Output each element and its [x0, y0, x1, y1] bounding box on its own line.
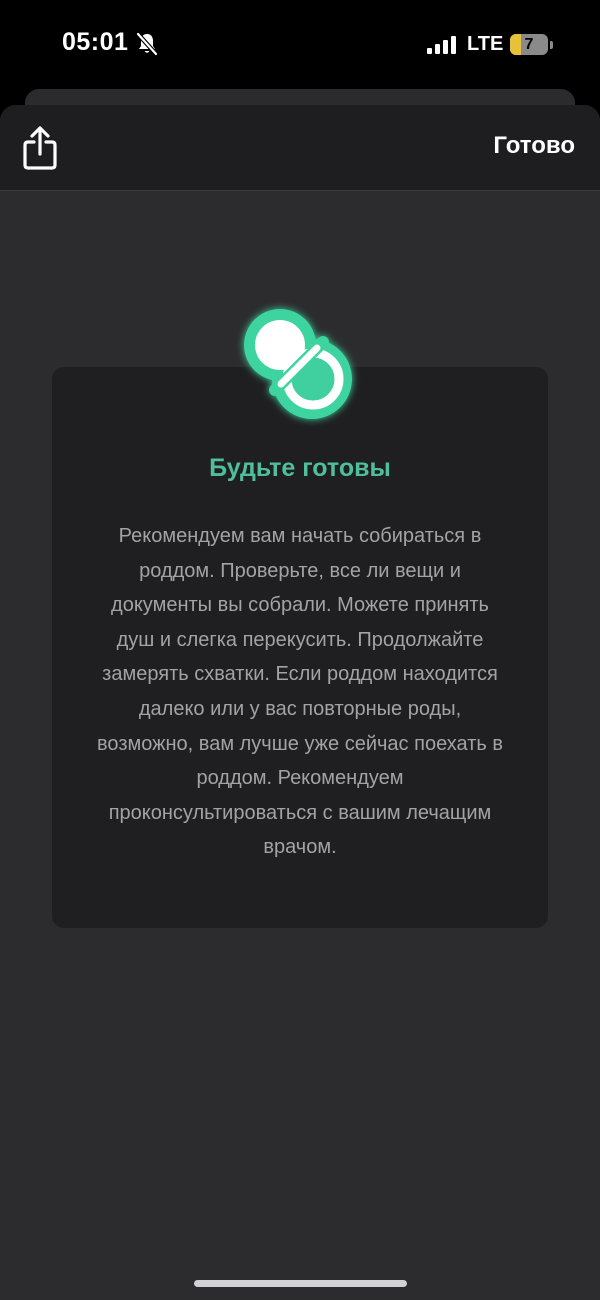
- share-button[interactable]: [20, 125, 60, 171]
- share-icon: [23, 126, 57, 170]
- battery-level: 7: [524, 36, 534, 53]
- network-type: LTE: [467, 33, 504, 55]
- nav-bar: Готово: [0, 105, 600, 191]
- battery-cap: [550, 41, 553, 49]
- home-indicator[interactable]: [194, 1280, 407, 1287]
- pacifier-icon: [244, 309, 352, 419]
- card-text: Рекомендуем вам начать собираться в родд…: [97, 525, 503, 859]
- info-card: Будьте готовы Рекомендуем вам начать соб…: [52, 367, 548, 928]
- status-time: 05:01: [62, 28, 129, 56]
- status-bar: 05:01 LTE 7: [0, 0, 600, 90]
- done-button[interactable]: Готово: [493, 132, 575, 160]
- battery-icon: 7: [510, 34, 548, 55]
- modal-sheet: Готово Будьте готовы Рекомендуем вам нач…: [0, 105, 600, 1300]
- card-title: Будьте готовы: [209, 454, 391, 482]
- bell-muted-icon: [136, 32, 158, 56]
- cellular-signal-icon: [427, 36, 456, 54]
